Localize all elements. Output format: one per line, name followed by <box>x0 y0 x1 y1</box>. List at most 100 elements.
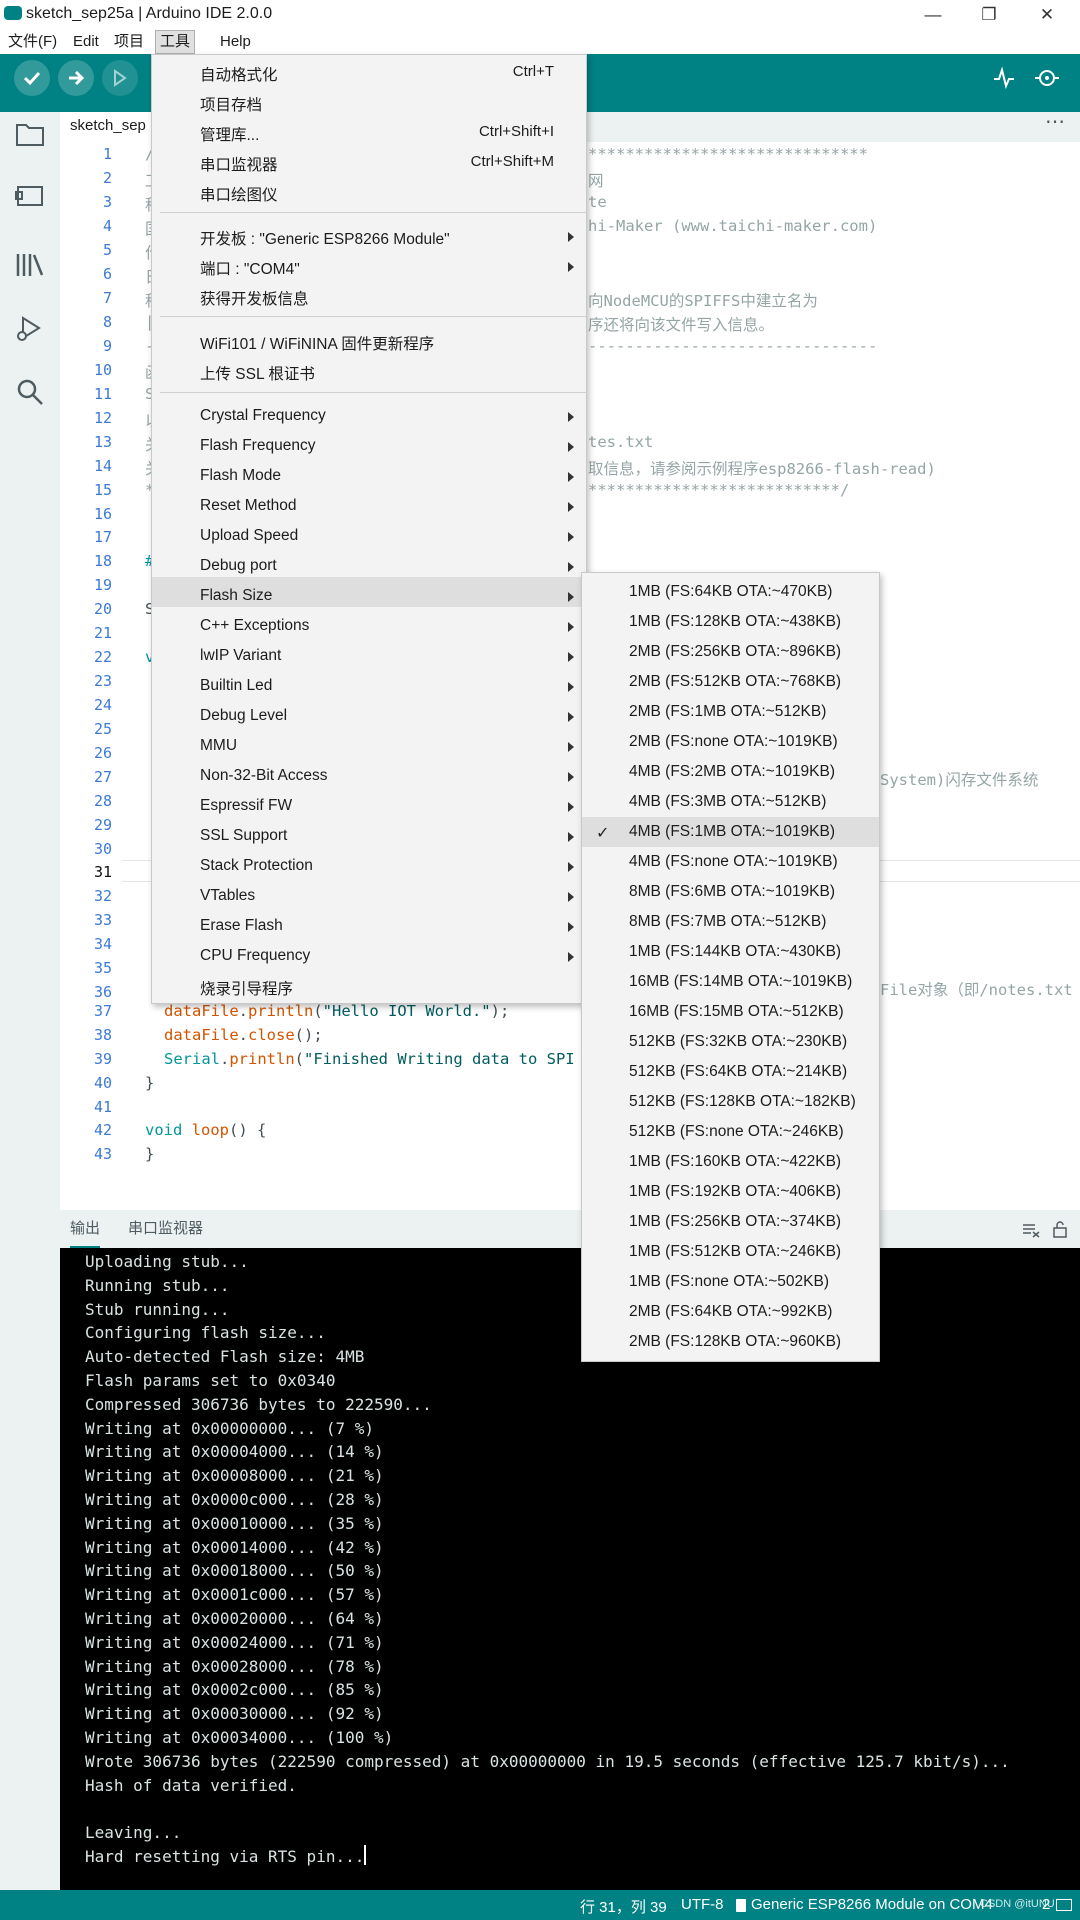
menu-file[interactable]: 文件(F) <box>4 30 61 54</box>
tools-menu-item[interactable]: Flash Size <box>152 584 586 610</box>
tools-menu-item[interactable]: Debug Level <box>152 704 586 730</box>
tools-menu-item[interactable]: C++ Exceptions <box>152 614 586 640</box>
tools-menu-item[interactable]: Espressif FW <box>152 794 586 820</box>
tools-menu-item[interactable]: Builtin Led <box>152 674 586 700</box>
flash-size-option[interactable]: 1MB (FS:160KB OTA:~422KB) <box>582 1150 879 1176</box>
debug-sidebar-icon[interactable] <box>12 310 48 346</box>
notification-count[interactable]: 2 <box>1042 1896 1050 1913</box>
board-manager-icon[interactable] <box>12 178 48 214</box>
tools-menu-item[interactable]: 串口绘图仪 <box>152 180 586 206</box>
upload-button[interactable] <box>58 60 94 96</box>
flash-size-option[interactable]: 8MB (FS:6MB OTA:~1019KB) <box>582 880 879 906</box>
flash-size-option[interactable]: 512KB (FS:none OTA:~246KB) <box>582 1120 879 1146</box>
tools-menu-item[interactable]: Erase Flash <box>152 914 586 940</box>
tools-menu-item[interactable]: CPU Frequency <box>152 944 586 970</box>
menu-tools[interactable]: 工具 <box>155 30 196 54</box>
code-line-37: dataFile.println("Hello IOT World."); <box>164 1002 510 1020</box>
lock-icon[interactable] <box>1052 1220 1068 1238</box>
tab-serial-monitor[interactable]: 串口监视器 <box>128 1212 203 1246</box>
tools-menu-item[interactable]: Flash Frequency <box>152 434 586 460</box>
flash-size-option[interactable]: 512KB (FS:128KB OTA:~182KB) <box>582 1090 879 1116</box>
line-number: 6 <box>102 265 112 283</box>
cursor-position[interactable]: 行 31，列 39 <box>580 1896 667 1917</box>
tools-menu-item[interactable]: MMU <box>152 734 586 760</box>
flash-size-option[interactable]: 1MB (FS:256KB OTA:~374KB) <box>582 1210 879 1236</box>
close-button[interactable]: ✕ <box>1024 0 1070 30</box>
code-line-2: 网 <box>588 172 604 190</box>
flash-size-option-label: 2MB (FS:512KB OTA:~768KB) <box>629 673 842 690</box>
tools-menu-item[interactable]: VTables <box>152 884 586 910</box>
menu-project[interactable]: 项目 <box>110 30 148 54</box>
board-status[interactable]: Generic ESP8266 Module on COM4 <box>751 1896 993 1913</box>
tools-menu-item[interactable]: 自动格式化 Ctrl+T <box>152 60 586 86</box>
flash-size-option[interactable]: 2MB (FS:1MB OTA:~512KB) <box>582 700 879 726</box>
tools-menu-item[interactable]: 上传 SSL 根证书 <box>152 359 586 385</box>
flash-size-option-selected[interactable]: 4MB (FS:1MB OTA:~1019KB) <box>582 820 879 846</box>
line-number: 14 <box>93 457 112 475</box>
tools-menu-item[interactable]: Upload Speed <box>152 524 586 550</box>
flash-size-option-label: 4MB (FS:3MB OTA:~512KB) <box>629 793 827 810</box>
tools-menu-item[interactable]: WiFi101 / WiFiNINA 固件更新程序 <box>152 329 586 355</box>
console-line: Writing at 0x0002c000... (85 %) <box>85 1680 384 1700</box>
tools-menu-item[interactable]: 端口 : "COM4" <box>152 254 586 280</box>
tools-menu-item[interactable]: Non-32-Bit Access <box>152 764 586 790</box>
flash-size-option[interactable]: 2MB (FS:256KB OTA:~896KB) <box>582 640 879 666</box>
serial-monitor-icon[interactable] <box>1034 66 1060 90</box>
flash-size-option[interactable]: 16MB (FS:14MB OTA:~1019KB) <box>582 970 879 996</box>
tools-menu-item[interactable]: Debug port <box>152 554 586 580</box>
flash-size-option-label: 512KB (FS:128KB OTA:~182KB) <box>629 1093 856 1110</box>
flash-size-option[interactable]: 4MB (FS:2MB OTA:~1019KB) <box>582 760 879 786</box>
flash-size-option[interactable]: 512KB (FS:32KB OTA:~230KB) <box>582 1030 879 1056</box>
search-icon[interactable] <box>12 374 48 410</box>
minimize-button[interactable]: — <box>910 0 956 30</box>
tools-menu-item[interactable]: 烧录引导程序 <box>152 974 586 1000</box>
flash-size-option[interactable]: 1MB (FS:128KB OTA:~438KB) <box>582 610 879 636</box>
tools-menu-item[interactable]: 开发板 : "Generic ESP8266 Module" <box>152 224 586 250</box>
tools-menu-item[interactable]: Crystal Frequency <box>152 404 586 430</box>
tools-menu-item[interactable]: 管理库... Ctrl+Shift+I <box>152 120 586 146</box>
flash-size-option[interactable]: 1MB (FS:512KB OTA:~246KB) <box>582 1240 879 1266</box>
debug-button[interactable] <box>102 60 138 96</box>
tools-menu-item[interactable]: Stack Protection <box>152 854 586 880</box>
menu-item-label: 管理库... <box>200 127 260 144</box>
tools-menu-item[interactable]: Reset Method <box>152 494 586 520</box>
tools-menu-item[interactable]: 串口监视器 Ctrl+Shift+M <box>152 150 586 176</box>
serial-plotter-icon[interactable] <box>992 66 1016 90</box>
tab-output[interactable]: 输出 <box>70 1212 101 1248</box>
library-icon[interactable] <box>12 246 48 282</box>
tools-menu-item[interactable]: SSL Support <box>152 824 586 850</box>
flash-size-option[interactable]: 1MB (FS:64KB OTA:~470KB) <box>582 580 879 606</box>
folder-icon[interactable] <box>12 116 48 152</box>
flash-size-option[interactable]: 2MB (FS:64KB OTA:~992KB) <box>582 1300 879 1326</box>
line-number: 37 <box>93 1002 112 1020</box>
flash-size-option[interactable]: 8MB (FS:7MB OTA:~512KB) <box>582 910 879 936</box>
menu-edit[interactable]: Edit <box>69 30 103 54</box>
flash-size-option[interactable]: 1MB (FS:144KB OTA:~430KB) <box>582 940 879 966</box>
maximize-button[interactable]: ❐ <box>966 0 1012 30</box>
console-line: Writing at 0x00030000... (92 %) <box>85 1704 384 1724</box>
tools-menu-item[interactable]: 获得开发板信息 <box>152 284 586 310</box>
verify-button[interactable] <box>14 60 50 96</box>
flash-size-option[interactable]: 4MB (FS:none OTA:~1019KB) <box>582 850 879 876</box>
line-number: 17 <box>93 528 112 546</box>
menu-item-label: Stack Protection <box>200 857 313 874</box>
flash-size-option[interactable]: 16MB (FS:15MB OTA:~512KB) <box>582 1000 879 1026</box>
flash-size-option[interactable]: 1MB (FS:192KB OTA:~406KB) <box>582 1180 879 1206</box>
flash-size-option[interactable]: 4MB (FS:3MB OTA:~512KB) <box>582 790 879 816</box>
menu-help[interactable]: Help <box>216 30 255 54</box>
notification-icon[interactable] <box>1056 1899 1072 1911</box>
tools-menu-item[interactable]: Flash Mode <box>152 464 586 490</box>
flash-size-option[interactable]: 2MB (FS:none OTA:~1019KB) <box>582 730 879 756</box>
flash-size-option[interactable]: 2MB (FS:128KB OTA:~960KB) <box>582 1330 879 1356</box>
flash-size-option[interactable]: 2MB (FS:512KB OTA:~768KB) <box>582 670 879 696</box>
tools-menu-item[interactable]: 项目存档 <box>152 90 586 116</box>
flash-size-option[interactable]: 1MB (FS:none OTA:~502KB) <box>582 1270 879 1296</box>
more-options-icon[interactable]: ⋯ <box>1042 112 1068 138</box>
code-line-37-string: "Hello IOT World." <box>322 1002 491 1020</box>
flash-size-option[interactable]: 512KB (FS:64KB OTA:~214KB) <box>582 1060 879 1086</box>
console-line: Configuring flash size... <box>85 1323 326 1343</box>
code-line-3: te <box>588 193 607 211</box>
file-encoding[interactable]: UTF-8 <box>681 1896 724 1913</box>
clear-output-icon[interactable] <box>1022 1222 1040 1238</box>
tools-menu-item[interactable]: lwIP Variant <box>152 644 586 670</box>
